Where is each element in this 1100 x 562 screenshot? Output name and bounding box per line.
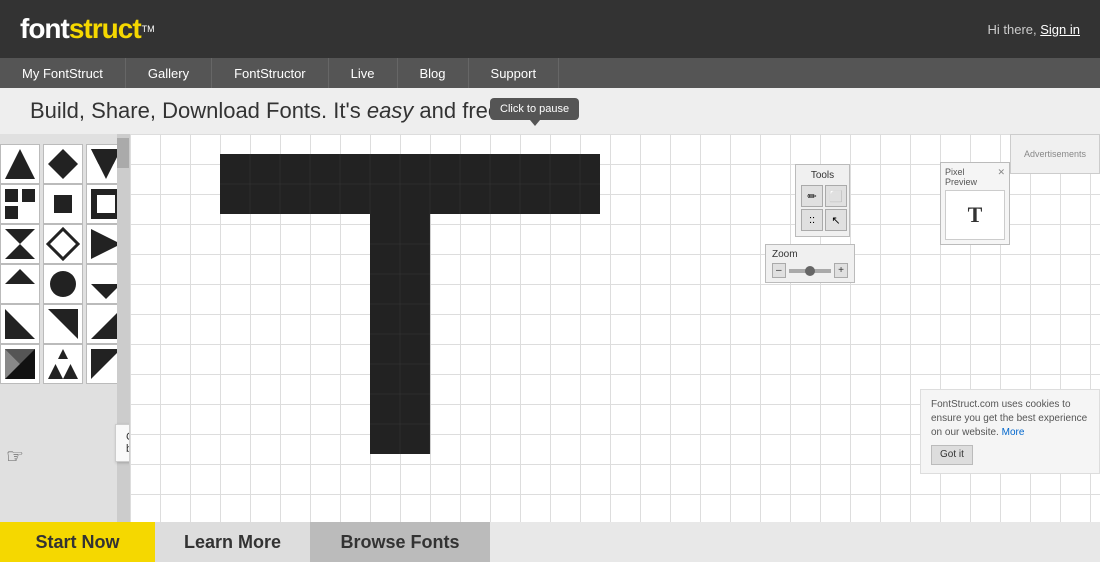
cookie-got-it-button[interactable]: Got it [931,445,973,465]
brick-grid [0,144,129,384]
zoom-title: Zoom [772,249,848,260]
sign-in-link[interactable]: Sign in [1040,22,1080,37]
cookie-notice: FontStruct.com uses cookies to ensure yo… [920,389,1100,474]
nav-item-blog[interactable]: Blog [398,58,469,88]
nav-item-my-fontstruct[interactable]: My FontStruct [0,58,126,88]
tools-panel: Tools ✏ ⬜ :: ↖ [795,164,850,237]
brick-cell[interactable] [43,264,83,304]
zoom-slider[interactable] [789,269,832,273]
header: fontstruct TM Hi there, Sign in [0,0,1100,58]
start-now-button[interactable]: Start Now [0,522,155,562]
brick-cell[interactable] [0,144,40,184]
brick-cell[interactable] [43,184,83,224]
editor-area[interactable]: Advertisements Tools ✏ ⬜ :: ↖ Pixel Prev… [130,134,1100,522]
left-scrollbar[interactable] [117,134,129,522]
zoom-minus-button[interactable]: – [772,263,786,278]
learn-more-button[interactable]: Learn More [155,522,310,562]
zoom-plus-button[interactable]: + [834,263,848,278]
brick-cell[interactable] [0,184,40,224]
brick-cell[interactable] [0,344,40,384]
nav-item-fontstructor[interactable]: FontStructor [212,58,329,88]
brick-cell[interactable] [0,264,40,304]
browse-fonts-button[interactable]: Browse Fonts [310,522,490,562]
tools-grid: ✏ ⬜ :: ↖ [801,185,844,231]
t-letter-drawing [220,154,740,494]
tool-pointer[interactable]: ↖ [825,209,847,231]
pixel-preview-panel: Pixel Preview ✕ T [940,162,1010,245]
nav-item-live[interactable]: Live [329,58,398,88]
brick-cell[interactable] [43,344,83,384]
brick-cell[interactable] [0,224,40,264]
tagline-bar: Build, Share, Download Fonts. It's easy … [0,88,1100,134]
tagline-text: Build, Share, Download Fonts. It's easy … [30,98,506,124]
pixel-preview-header: Pixel Preview ✕ [945,167,1005,187]
left-brick-panel[interactable]: ☞ Choose a brick to build with [0,134,130,522]
tagline-main: Build, Share, Download Fonts. It's [30,98,361,123]
choose-brick-tooltip: Choose a brick to build with [115,424,130,462]
tools-title: Tools [801,170,844,181]
brick-cell[interactable] [0,304,40,344]
zoom-controls: – + [772,263,848,278]
tool-grid[interactable]: :: [801,209,823,231]
pixel-preview-letter: T [968,202,983,228]
navigation: My FontStruct Gallery FontStructor Live … [0,58,1100,88]
brick-cell[interactable] [43,304,83,344]
tool-cursor-icon: ☞ [6,444,24,469]
brick-cell[interactable] [43,224,83,264]
logo-white-text: font [20,13,69,44]
tagline-highlight: easy [367,98,420,123]
pause-tooltip[interactable]: Click to pause [490,98,579,120]
pixel-preview-close[interactable]: ✕ [997,167,1005,187]
brick-cell[interactable] [43,144,83,184]
pixel-preview-title-text: Pixel Preview [945,167,997,187]
header-right: Hi there, Sign in [987,22,1080,37]
scrollbar-thumb [117,138,129,168]
advertisements-label: Advertisements [1024,149,1086,159]
advertisements-panel: Advertisements [1010,134,1100,174]
tool-eraser[interactable]: ⬜ [825,185,847,207]
tool-pencil[interactable]: ✏ [801,185,823,207]
cta-bar: Start Now Learn More Browse Fonts [0,522,1100,562]
zoom-panel: Zoom – + [765,244,855,283]
cta-spacer [490,522,1100,562]
logo-yellow-text: struct [69,13,141,44]
main-area: ☞ Choose a brick to build with [0,134,1100,522]
cookie-more-link[interactable]: More [1002,427,1025,438]
nav-item-gallery[interactable]: Gallery [126,58,212,88]
logo-tm: TM [142,24,155,34]
logo: fontstruct TM [20,13,155,45]
nav-item-support[interactable]: Support [469,58,560,88]
pixel-preview-content: T [945,190,1005,240]
greeting-text: Hi there, [987,22,1036,37]
zoom-slider-thumb [805,266,815,276]
